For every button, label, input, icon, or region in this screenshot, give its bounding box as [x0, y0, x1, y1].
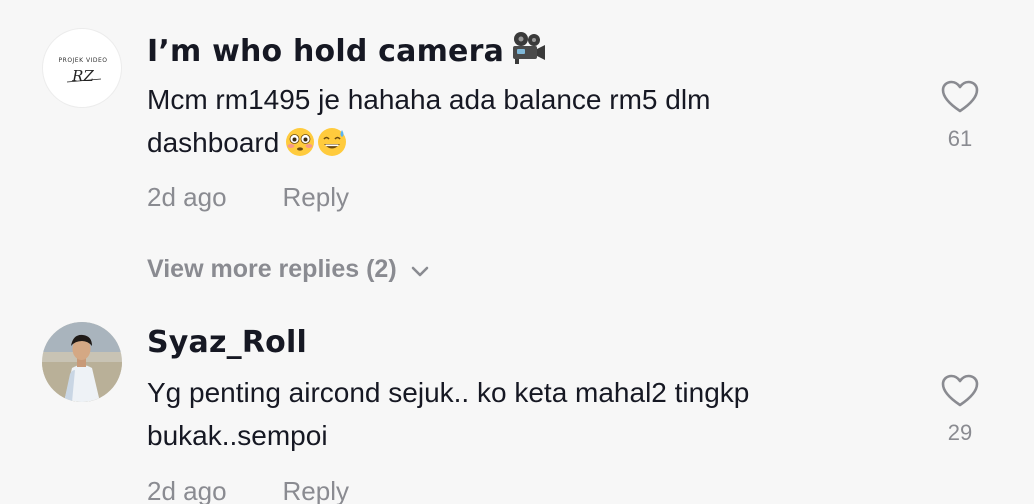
reply-button[interactable]: Reply — [283, 182, 349, 213]
like-count: 29 — [947, 420, 973, 445]
comment-timestamp: 2d ago — [147, 182, 227, 212]
comment-text: Yg penting aircond sejuk.. ko keta mahal… — [147, 371, 847, 457]
avatar[interactable]: PROJEK VIDEO RZ — [42, 28, 122, 108]
comment-text-line: Yg penting aircond sejuk.. ko keta mahal… — [147, 377, 750, 408]
heart-icon[interactable] — [936, 374, 984, 408]
grinning-sweat-emoji — [317, 126, 347, 169]
comment-timestamp: 2d ago — [147, 476, 227, 504]
comment-text-line-2: dashboard — [147, 121, 847, 169]
comment-username[interactable]: Syaz_Roll — [147, 325, 307, 360]
heart-icon[interactable] — [936, 80, 984, 114]
like-count: 61 — [947, 126, 973, 151]
view-more-label: View more replies (2) — [147, 255, 397, 283]
flushed-face-emoji — [285, 126, 315, 169]
username-text: I’m who hold camera — [147, 34, 505, 69]
like-button[interactable]: 29 — [936, 374, 984, 446]
comment-text: Mcm rm1495 je hahaha ada balance rm5 dlm… — [147, 78, 847, 169]
comment-list: PROJEK VIDEO RZ I’m who hold camera Mcm … — [0, 0, 1034, 504]
comment-text-line: Mcm rm1495 je hahaha ada balance rm5 dlm — [147, 84, 711, 115]
comment-meta: 2d ago Reply — [147, 182, 349, 213]
comment-text-line-2: bukak..sempoi — [147, 420, 328, 451]
chevron-down-icon — [411, 266, 428, 277]
movie-camera-icon — [510, 31, 546, 73]
comment-meta: 2d ago Reply — [147, 476, 349, 504]
comment-text-line-end: dashboard — [147, 127, 280, 158]
avatar-brand-text: PROJEK VIDEO — [59, 57, 108, 64]
like-button[interactable]: 61 — [936, 80, 984, 152]
username-text: Syaz_Roll — [147, 325, 307, 360]
avatar[interactable] — [42, 322, 122, 402]
view-more-replies-button[interactable]: View more replies (2) — [147, 255, 429, 284]
reply-button[interactable]: Reply — [283, 476, 349, 504]
comment-username[interactable]: I’m who hold camera — [147, 31, 546, 73]
avatar-logo-text: RZ — [71, 67, 94, 85]
